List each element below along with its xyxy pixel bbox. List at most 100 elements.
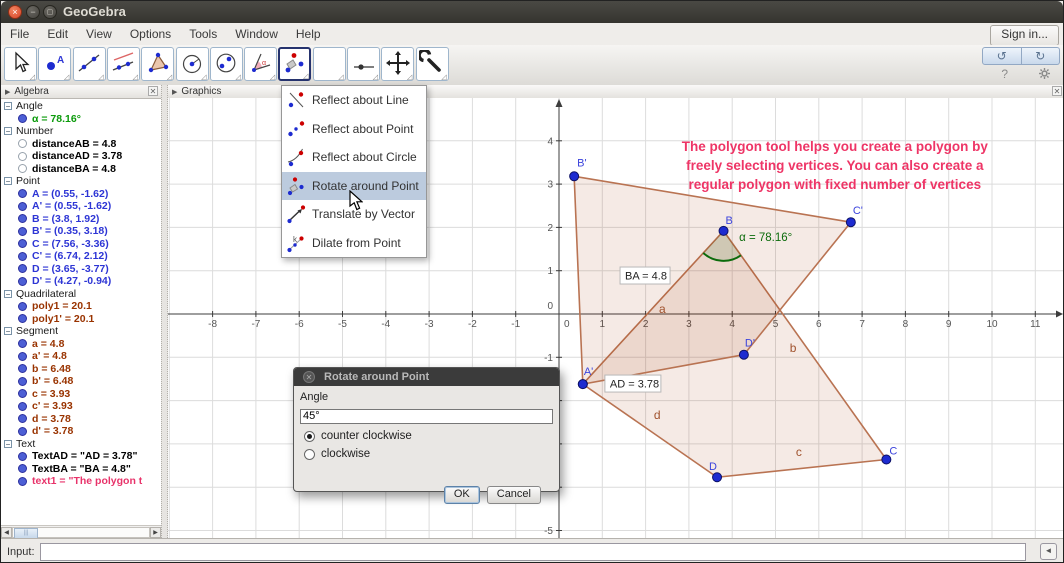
visibility-marble-icon[interactable] [18, 401, 27, 411]
menu-tools[interactable]: Tools [189, 27, 217, 41]
window-minimize-icon[interactable]: − [26, 5, 40, 19]
tool-dropdown-arrow-icon[interactable]: ◿ [338, 73, 343, 81]
visibility-marble-icon[interactable] [18, 264, 27, 274]
algebra-item[interactable]: a = 4.8 [1, 338, 161, 351]
algebra-item[interactable]: poly1 = 20.1 [1, 300, 161, 313]
tool-dropdown-arrow-icon[interactable]: ◿ [98, 73, 103, 81]
graph-point[interactable] [577, 379, 588, 390]
gear-icon[interactable] [1039, 68, 1050, 79]
radio-counter-clockwise[interactable]: counter clockwise [304, 430, 553, 442]
graph-point[interactable] [569, 171, 580, 182]
menu-item-reflect-about-line[interactable]: Reflect about Line [282, 86, 426, 115]
scrollbar-track[interactable] [12, 526, 150, 539]
visibility-marble-icon[interactable] [18, 276, 27, 286]
algebra-category-segment[interactable]: − Segment [1, 325, 161, 338]
menu-item-reflect-about-circle[interactable]: Reflect about Circle [282, 143, 426, 172]
visibility-marble-icon[interactable] [18, 301, 27, 311]
algebra-item[interactable]: B' = (0.35, 3.18) [1, 225, 161, 238]
scroll-left-icon[interactable]: ◀ [1, 526, 12, 538]
algebra-item[interactable]: d' = 3.78 [1, 425, 161, 438]
tool-dropdown-arrow-icon[interactable]: ◿ [133, 73, 138, 81]
visibility-marble-icon[interactable] [18, 114, 27, 124]
tool-dropdown-arrow-icon[interactable]: ◿ [235, 73, 240, 81]
radio-clockwise[interactable]: clockwise [304, 448, 553, 460]
algebra-category-point[interactable]: − Point [1, 175, 161, 188]
radio-selected-icon[interactable] [304, 430, 315, 442]
wrench-tool-button[interactable]: ◿ [415, 47, 449, 81]
visibility-marble-icon[interactable] [18, 451, 27, 461]
ok-button[interactable]: OK [443, 486, 480, 504]
scroll-right-icon[interactable]: ▶ [150, 526, 161, 538]
algebra-category-number[interactable]: − Number [1, 125, 161, 138]
tool-dropdown-arrow-icon[interactable]: ◿ [201, 73, 206, 81]
angle-tool-button[interactable]: α ◿ [244, 47, 278, 81]
cancel-button[interactable]: Cancel [486, 486, 541, 504]
graph-point[interactable] [712, 472, 723, 483]
collapse-icon[interactable]: − [4, 177, 12, 186]
line-tool-button[interactable]: ◿ [72, 47, 106, 81]
sign-in-button[interactable]: Sign in... [990, 25, 1059, 46]
algebra-item[interactable]: TextBA = "BA = 4.8" [1, 463, 161, 476]
tool-dropdown-arrow-icon[interactable]: ◿ [64, 73, 69, 81]
special-line-tool-button[interactable]: ◿ [106, 47, 140, 81]
algebra-item[interactable]: B = (3.8, 1.92) [1, 213, 161, 226]
text-tool-button[interactable]: ◿ [312, 47, 346, 81]
visibility-marble-icon[interactable] [18, 364, 27, 374]
visibility-marble-icon[interactable] [18, 251, 27, 261]
tool-dropdown-arrow-icon[interactable]: ◿ [407, 73, 412, 81]
algebra-item[interactable]: TextAD = "AD = 3.78" [1, 450, 161, 463]
visibility-marble-icon[interactable] [18, 139, 27, 149]
point-tool-button[interactable]: A ◿ [38, 47, 72, 81]
collapse-icon[interactable]: − [4, 327, 12, 336]
polygon-tool-button[interactable]: ◿ [141, 47, 175, 81]
algebra-item[interactable]: A = (0.55, -1.62) [1, 188, 161, 201]
collapse-icon[interactable]: − [4, 439, 12, 448]
panel-splitter[interactable] [161, 85, 168, 538]
algebra-item[interactable]: C' = (6.74, 2.12) [1, 250, 161, 263]
graphics-close-icon[interactable]: ✕ [1052, 86, 1062, 96]
radio-unselected-icon[interactable] [304, 448, 315, 460]
algebra-item[interactable]: α = 78.16° [1, 113, 161, 126]
visibility-marble-icon[interactable] [18, 201, 27, 211]
algebra-item[interactable]: d = 3.78 [1, 413, 161, 426]
algebra-hscrollbar[interactable]: ◀ ▶ [1, 525, 161, 539]
visibility-marble-icon[interactable] [18, 426, 27, 436]
algebra-category-angle[interactable]: − Angle [1, 100, 161, 113]
window-maximize-icon[interactable]: ▢ [43, 5, 57, 19]
circle-tool-button[interactable]: ◿ [175, 47, 209, 81]
menu-edit[interactable]: Edit [47, 27, 68, 41]
input-help-icon[interactable]: ◄ [1040, 543, 1057, 560]
visibility-marble-icon[interactable] [18, 414, 27, 424]
visibility-marble-icon[interactable] [18, 226, 27, 236]
algebra-item[interactable]: poly1' = 20.1 [1, 313, 161, 326]
algebra-item[interactable]: A' = (0.55, -1.62) [1, 200, 161, 213]
move-view-tool-button[interactable]: ◿ [381, 47, 415, 81]
tool-dropdown-arrow-icon[interactable]: ◿ [167, 73, 172, 81]
algebra-item[interactable]: distanceAB = 4.8 [1, 138, 161, 151]
graph-point[interactable] [845, 217, 856, 228]
graph-point[interactable] [718, 225, 729, 236]
algebra-item[interactable]: text1 = "The polygon t [1, 475, 161, 488]
rotate-tool-button[interactable]: ◿ [278, 47, 312, 81]
visibility-marble-icon[interactable] [18, 314, 27, 324]
visibility-marble-icon[interactable] [18, 339, 27, 349]
algebra-item[interactable]: a' = 4.8 [1, 350, 161, 363]
menu-window[interactable]: Window [235, 27, 278, 41]
algebra-item[interactable]: D' = (4.27, -0.94) [1, 275, 161, 288]
algebra-header[interactable]: ▶ Algebra ✕ [1, 85, 161, 99]
menu-item-dilate-from-point[interactable]: k Dilate from Point [282, 229, 426, 258]
panel-arrow-icon[interactable]: ▶ [5, 89, 10, 96]
visibility-marble-icon[interactable] [18, 239, 27, 249]
algebra-category-text[interactable]: − Text [1, 438, 161, 451]
graph-point[interactable] [738, 349, 749, 360]
redo-icon[interactable]: ↻ [1021, 47, 1060, 65]
collapse-icon[interactable]: − [4, 127, 12, 136]
algebra-item[interactable]: distanceAD = 3.78 [1, 150, 161, 163]
algebra-category-quadrilateral[interactable]: − Quadrilateral [1, 288, 161, 301]
visibility-marble-icon[interactable] [18, 189, 27, 199]
algebra-item[interactable]: D = (3.65, -3.77) [1, 263, 161, 276]
collapse-icon[interactable]: − [4, 289, 12, 298]
tool-dropdown-arrow-icon[interactable]: ◿ [441, 73, 446, 81]
menu-file[interactable]: File [10, 27, 29, 41]
tool-dropdown-arrow-icon[interactable]: ◿ [303, 72, 308, 80]
